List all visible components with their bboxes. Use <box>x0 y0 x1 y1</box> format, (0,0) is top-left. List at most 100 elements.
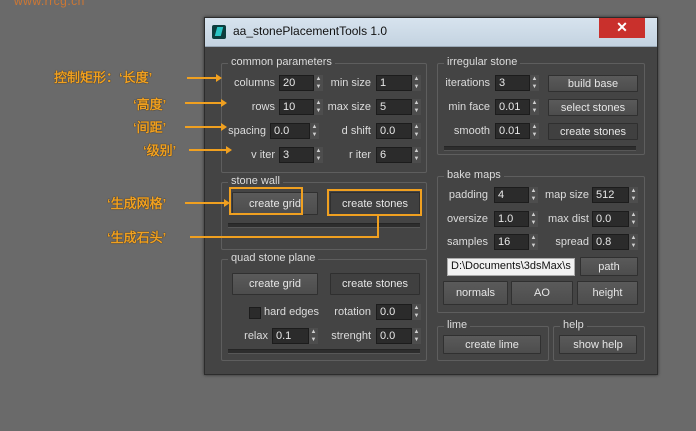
relax-spinner[interactable]: 0.1 ▲ ▼ <box>272 328 318 344</box>
spinner-down-icon[interactable]: ▼ <box>412 107 421 115</box>
d-shift-value[interactable]: 0.0 <box>376 123 412 139</box>
bake-path-field[interactable]: D:\Documents\3dsMax\s <box>447 258 575 276</box>
max-dist-spinner[interactable]: 0.0 ▲ ▼ <box>592 211 638 227</box>
spacing-label: spacing <box>228 125 266 137</box>
strenght-value[interactable]: 0.0 <box>376 328 412 344</box>
spinner-down-icon[interactable]: ▼ <box>309 336 318 344</box>
max-size-value[interactable]: 5 <box>376 99 412 115</box>
v-iter-value[interactable]: 3 <box>279 147 314 163</box>
map-size-value[interactable]: 512 <box>592 187 629 203</box>
spinner-down-icon[interactable]: ▼ <box>412 155 421 163</box>
max-size-label: max size <box>327 101 371 113</box>
rotation-spinner[interactable]: 0.0 ▲ ▼ <box>376 304 421 320</box>
strenght-spinner[interactable]: 0.0 ▲ ▼ <box>376 328 421 344</box>
padding-spinner[interactable]: 4 ▲ ▼ <box>494 187 538 203</box>
iterations-value[interactable]: 3 <box>495 75 530 91</box>
spinner-down-icon[interactable]: ▼ <box>412 336 421 344</box>
close-button[interactable]: ✕ <box>599 18 645 38</box>
min-size-value[interactable]: 1 <box>376 75 412 91</box>
samples-spinner[interactable]: 16 ▲ ▼ <box>494 234 538 250</box>
smooth-spinner[interactable]: 0.01 ▲ ▼ <box>495 123 539 139</box>
rows-value[interactable]: 10 <box>279 99 314 115</box>
hard-edges-checkbox[interactable] <box>249 307 261 319</box>
spinner-down-icon[interactable]: ▼ <box>529 219 538 227</box>
columns-spinner[interactable]: 20 ▲ ▼ <box>279 75 323 91</box>
quad-create-grid-button[interactable]: create grid <box>232 273 318 295</box>
oversize-value[interactable]: 1.0 <box>494 211 529 227</box>
rotation-value[interactable]: 0.0 <box>376 304 412 320</box>
spinner-down-icon[interactable]: ▼ <box>310 131 319 139</box>
bake-height-button[interactable]: height <box>577 281 638 305</box>
arrowhead-icon <box>221 99 227 107</box>
bake-ao-button[interactable]: AO <box>511 281 573 305</box>
arrowhead-icon <box>226 146 232 154</box>
spinner-down-icon[interactable]: ▼ <box>629 242 638 250</box>
spacing-spinner[interactable]: 0.0 ▲ ▼ <box>270 123 319 139</box>
highlight-create-grid <box>229 187 303 215</box>
spinner-up-icon[interactable]: ▲ <box>629 234 638 242</box>
spinner-up-icon[interactable]: ▲ <box>310 123 319 131</box>
v-iter-spinner[interactable]: 3 ▲ ▼ <box>279 147 323 163</box>
rotation-label: rotation <box>334 306 371 318</box>
spread-value[interactable]: 0.8 <box>592 234 629 250</box>
spinner-down-icon[interactable]: ▼ <box>412 312 421 320</box>
lime-group: lime create lime <box>437 319 549 361</box>
path-button[interactable]: path <box>580 257 638 276</box>
oversize-spinner[interactable]: 1.0 ▲ ▼ <box>494 211 538 227</box>
spinner-up-icon[interactable]: ▲ <box>629 187 638 195</box>
max-dist-label: max dist <box>548 213 589 225</box>
spinner-up-icon[interactable]: ▲ <box>412 75 421 83</box>
smooth-value[interactable]: 0.01 <box>495 123 530 139</box>
spinner-up-icon[interactable]: ▲ <box>530 99 539 107</box>
title-bar[interactable]: aa_stonePlacementTools 1.0 ✕ <box>205 18 657 47</box>
max-dist-value[interactable]: 0.0 <box>592 211 629 227</box>
spinner-down-icon[interactable]: ▼ <box>529 195 538 203</box>
columns-value[interactable]: 20 <box>279 75 314 91</box>
spinner-up-icon[interactable]: ▲ <box>412 99 421 107</box>
quad-create-stones-button[interactable]: create stones <box>330 273 420 295</box>
spinner-up-icon[interactable]: ▲ <box>309 328 318 336</box>
min-face-value[interactable]: 0.01 <box>495 99 530 115</box>
d-shift-spinner[interactable]: 0.0 ▲ ▼ <box>376 123 421 139</box>
samples-value[interactable]: 16 <box>494 234 529 250</box>
spinner-down-icon[interactable]: ▼ <box>629 219 638 227</box>
min-size-label: min size <box>330 77 371 89</box>
padding-value[interactable]: 4 <box>494 187 529 203</box>
spinner-up-icon[interactable]: ▲ <box>530 75 539 83</box>
spinner-up-icon[interactable]: ▲ <box>629 211 638 219</box>
spinner-down-icon[interactable]: ▼ <box>629 195 638 203</box>
spinner-down-icon[interactable]: ▼ <box>530 131 539 139</box>
spinner-up-icon[interactable]: ▲ <box>412 147 421 155</box>
stone-wall-title: stone wall <box>228 175 283 187</box>
map-size-spinner[interactable]: 512 ▲ ▼ <box>592 187 638 203</box>
iterations-spinner[interactable]: 3 ▲ ▼ <box>495 75 539 91</box>
spinner-down-icon[interactable]: ▼ <box>412 131 421 139</box>
spinner-up-icon[interactable]: ▲ <box>412 123 421 131</box>
spinner-down-icon[interactable]: ▼ <box>530 83 539 91</box>
irregular-create-stones-button[interactable]: create stones <box>548 123 638 140</box>
spread-spinner[interactable]: 0.8 ▲ ▼ <box>592 234 638 250</box>
spinner-down-icon[interactable]: ▼ <box>412 83 421 91</box>
r-iter-value[interactable]: 6 <box>376 147 412 163</box>
show-help-button[interactable]: show help <box>559 335 637 354</box>
spinner-down-icon[interactable]: ▼ <box>530 107 539 115</box>
min-face-spinner[interactable]: 0.01 ▲ ▼ <box>495 99 539 115</box>
r-iter-spinner[interactable]: 6 ▲ ▼ <box>376 147 421 163</box>
spinner-up-icon[interactable]: ▲ <box>529 211 538 219</box>
spacing-value[interactable]: 0.0 <box>270 123 310 139</box>
min-size-spinner[interactable]: 1 ▲ ▼ <box>376 75 421 91</box>
spinner-up-icon[interactable]: ▲ <box>412 304 421 312</box>
relax-value[interactable]: 0.1 <box>272 328 309 344</box>
spinner-up-icon[interactable]: ▲ <box>529 234 538 242</box>
spinner-up-icon[interactable]: ▲ <box>530 123 539 131</box>
select-stones-button[interactable]: select stones <box>548 99 638 116</box>
spinner-up-icon[interactable]: ▲ <box>529 187 538 195</box>
create-lime-button[interactable]: create lime <box>443 335 541 354</box>
max-size-spinner[interactable]: 5 ▲ ▼ <box>376 99 421 115</box>
build-base-button[interactable]: build base <box>548 75 638 92</box>
bake-normals-button[interactable]: normals <box>443 281 508 305</box>
rows-spinner[interactable]: 10 ▲ ▼ <box>279 99 323 115</box>
spinner-down-icon[interactable]: ▼ <box>529 242 538 250</box>
common-parameters-title: common parameters <box>228 56 335 68</box>
spinner-up-icon[interactable]: ▲ <box>412 328 421 336</box>
